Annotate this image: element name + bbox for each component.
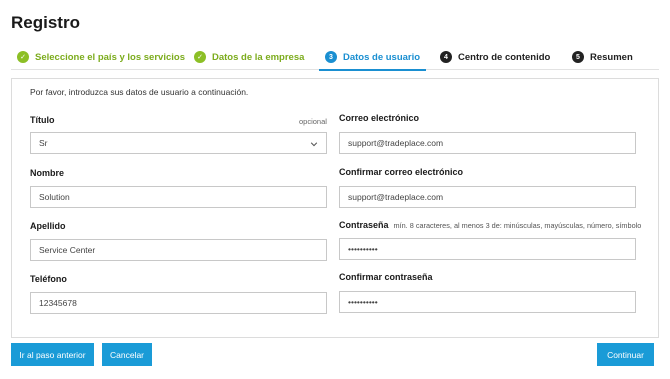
title-select-value: Sr [39, 138, 48, 148]
password-label: Contraseña mín. 8 caracteres, al menos 3 … [339, 220, 641, 230]
form-intro: Por favor, introduzca sus datos de usuar… [30, 87, 249, 97]
email-confirm-input[interactable]: support@tradeplace.com [339, 186, 636, 208]
email-label: Correo electrónico [339, 113, 420, 123]
step-label: Centro de contenido [458, 51, 551, 63]
password-confirm-input[interactable]: •••••••••• [339, 291, 636, 313]
password-label-text: Contraseña [339, 220, 389, 230]
title-label: Título [30, 115, 55, 125]
cancel-button[interactable]: Cancelar [102, 343, 152, 366]
step-country-services[interactable]: ✓ Seleccione el país y los servicios [17, 44, 185, 70]
first-name-input[interactable]: Solution [30, 186, 327, 208]
step-company-data[interactable]: ✓ Datos de la empresa [194, 44, 304, 70]
step-content-center: 4 Centro de contenido [440, 44, 550, 70]
step-label: Datos de la empresa [212, 51, 305, 63]
email-confirm-label: Confirmar correo electrónico [339, 167, 464, 177]
last-name-label: Apellido [30, 221, 66, 231]
password-confirm-label: Confirmar contraseña [339, 272, 433, 282]
password-hint: mín. 8 caracteres, al menos 3 de: minúsc… [393, 221, 642, 230]
last-name-input[interactable]: Service Center [30, 239, 327, 261]
user-data-form: Por favor, introduzca sus datos de usuar… [11, 78, 659, 338]
step-number-badge: 4 [440, 51, 452, 63]
first-name-label: Nombre [30, 168, 65, 178]
title-select[interactable]: Sr [30, 132, 327, 154]
chevron-down-icon [310, 142, 318, 147]
password-input[interactable]: •••••••••• [339, 238, 636, 260]
checkmark-icon: ✓ [194, 51, 206, 63]
step-number-badge: 5 [572, 51, 584, 63]
phone-label: Teléfono [30, 274, 67, 284]
optional-label: opcional [299, 117, 327, 126]
step-summary: 5 Resumen [572, 44, 633, 70]
checkmark-icon: ✓ [17, 51, 29, 63]
step-label: Seleccione el país y los servicios [35, 51, 185, 63]
email-input[interactable]: support@tradeplace.com [339, 132, 636, 154]
previous-step-button[interactable]: Ir al paso anterior [11, 343, 94, 366]
phone-input[interactable]: 12345678 [30, 292, 327, 314]
step-label: Resumen [590, 51, 633, 63]
page-title: Registro [11, 13, 80, 32]
progress-steps: ✓ Seleccione el país y los servicios ✓ D… [11, 44, 659, 71]
continue-button[interactable]: Continuar [597, 343, 654, 366]
step-number-badge: 3 [325, 51, 337, 63]
step-label: Datos de usuario [343, 51, 421, 63]
step-user-data[interactable]: 3 Datos de usuario [318, 44, 427, 71]
